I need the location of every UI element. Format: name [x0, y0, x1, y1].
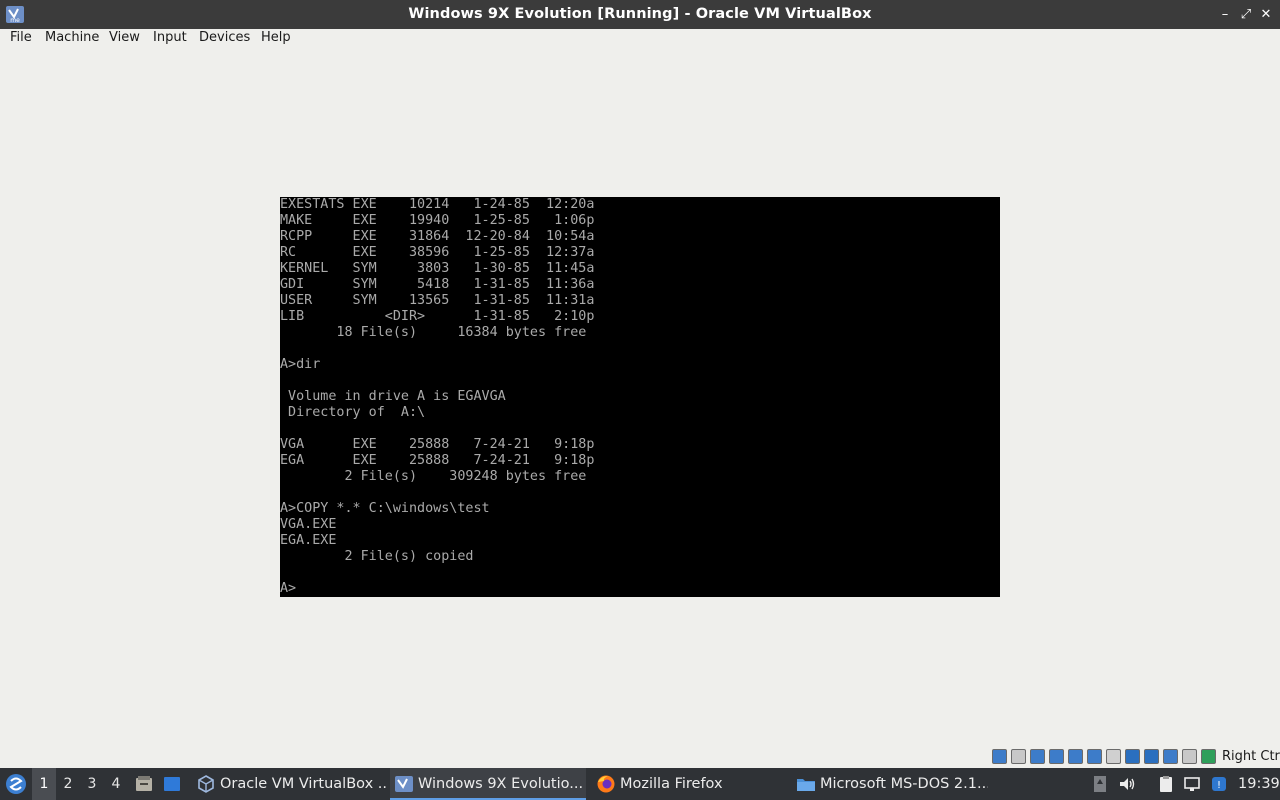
- console-line: RC EXE 38596 1-25-85 12:37a: [280, 245, 595, 260]
- task-label: Mozilla Firefox: [620, 776, 723, 792]
- host-key-label: Right Ctrl: [1222, 749, 1280, 764]
- console-line: A>dir: [280, 357, 321, 372]
- svg-text:!: !: [1217, 780, 1221, 791]
- window-title: Windows 9X Evolution [Running] - Oracle …: [408, 6, 872, 22]
- workspace-1[interactable]: 1: [32, 768, 56, 800]
- console-line: A>COPY *.* C:\windows\test: [280, 501, 490, 516]
- tray-scroll-icon[interactable]: [1091, 775, 1109, 793]
- console-line: A>: [280, 581, 297, 596]
- console-line: EGA EXE 25888 7-24-21 9:18p: [280, 453, 595, 468]
- console-line: LIB <DIR> 1-31-85 2:10p: [280, 309, 595, 324]
- vm-display[interactable]: EXESTATS EXE 10214 1-24-85 12:20a MAKE EX…: [280, 197, 1000, 597]
- menu-input[interactable]: Input: [153, 29, 187, 47]
- vm-status-bar: Right Ctrl: [992, 748, 1280, 766]
- console-line: RCPP EXE 31864 12-20-84 10:54a: [280, 229, 595, 244]
- menu-view[interactable]: View: [109, 29, 140, 47]
- vm-window-icon: [395, 776, 413, 792]
- task-vm-window[interactable]: Windows 9X Evolutio...: [390, 768, 586, 800]
- hard-disk-icon[interactable]: [1030, 749, 1045, 764]
- notification-icon[interactable]: !: [1210, 775, 1228, 793]
- display-icon[interactable]: [1106, 749, 1121, 764]
- console-line: USER SYM 13565 1-31-85 11:31a: [280, 293, 595, 308]
- console-line: VGA.EXE: [280, 517, 337, 532]
- show-desktop-icon[interactable]: [163, 775, 181, 793]
- console-line: KERNEL SYM 3803 1-30-85 11:45a: [280, 261, 595, 276]
- start-menu-icon[interactable]: [4, 772, 28, 796]
- menu-machine[interactable]: Machine: [45, 29, 99, 47]
- task-msdos-folder[interactable]: Microsoft MS-DOS 2.1...: [792, 768, 988, 800]
- keyboard-capture-icon[interactable]: [1201, 749, 1216, 764]
- menu-file[interactable]: File: [10, 29, 32, 47]
- file-manager-launcher-icon[interactable]: [135, 775, 153, 793]
- workspace-3[interactable]: 3: [80, 768, 104, 800]
- console-line: 2 File(s) copied: [280, 549, 474, 564]
- recording-icon[interactable]: [1144, 749, 1159, 764]
- task-firefox[interactable]: Mozilla Firefox: [592, 768, 788, 800]
- workspace-2[interactable]: 2: [56, 768, 80, 800]
- network-icon[interactable]: [1049, 749, 1064, 764]
- menu-devices[interactable]: Devices: [199, 29, 250, 47]
- console-line: Directory of A:\: [280, 405, 426, 420]
- console-line: 2 File(s) 309248 bytes free: [280, 469, 587, 484]
- task-label: Microsoft MS-DOS 2.1...: [820, 776, 988, 792]
- usb-icon[interactable]: [1068, 749, 1083, 764]
- console-line: Volume in drive A is EGAVGA: [280, 389, 506, 404]
- taskbar: 1 2 3 4 Oracle VM VirtualBox ... Windows…: [0, 768, 1280, 800]
- task-virtualbox-manager[interactable]: Oracle VM VirtualBox ...: [192, 768, 388, 800]
- maximize-button[interactable]: ⤢: [1237, 6, 1255, 24]
- console-line: EGA.EXE: [280, 533, 337, 548]
- task-label: Windows 9X Evolutio...: [418, 776, 584, 792]
- console-line: MAKE EXE 19940 1-25-85 1:06p: [280, 213, 595, 228]
- clock: 19:39: [1238, 776, 1280, 792]
- audio-icon[interactable]: [1011, 749, 1026, 764]
- video-capture-icon[interactable]: [1125, 749, 1140, 764]
- virtualbox-icon: [198, 775, 214, 793]
- firefox-icon: [597, 775, 615, 793]
- console-line: GDI SYM 5418 1-31-85 11:36a: [280, 277, 595, 292]
- shared-folder-icon[interactable]: [1087, 749, 1102, 764]
- mouse-integration-icon[interactable]: [1182, 749, 1197, 764]
- cpu-icon[interactable]: [1163, 749, 1178, 764]
- menu-bar: File Machine View Input Devices Help: [0, 29, 1280, 47]
- network-tray-icon[interactable]: [1183, 775, 1201, 793]
- minimize-button[interactable]: –: [1216, 6, 1234, 24]
- task-label: Oracle VM VirtualBox ...: [220, 776, 388, 792]
- window-title-bar[interactable]: me Windows 9X Evolution [Running] - Orac…: [0, 0, 1280, 29]
- close-button[interactable]: ✕: [1257, 6, 1275, 24]
- optical-drive-icon[interactable]: [992, 749, 1007, 764]
- console-line: VGA EXE 25888 7-24-21 9:18p: [280, 437, 595, 452]
- volume-icon[interactable]: [1118, 775, 1136, 793]
- workspace-4[interactable]: 4: [104, 768, 128, 800]
- menu-help[interactable]: Help: [261, 29, 291, 47]
- console-line: 18 File(s) 16384 bytes free: [280, 325, 587, 340]
- console-line: EXESTATS EXE 10214 1-24-85 12:20a: [280, 197, 595, 212]
- clipboard-icon[interactable]: [1157, 775, 1175, 793]
- folder-icon: [797, 779, 815, 791]
